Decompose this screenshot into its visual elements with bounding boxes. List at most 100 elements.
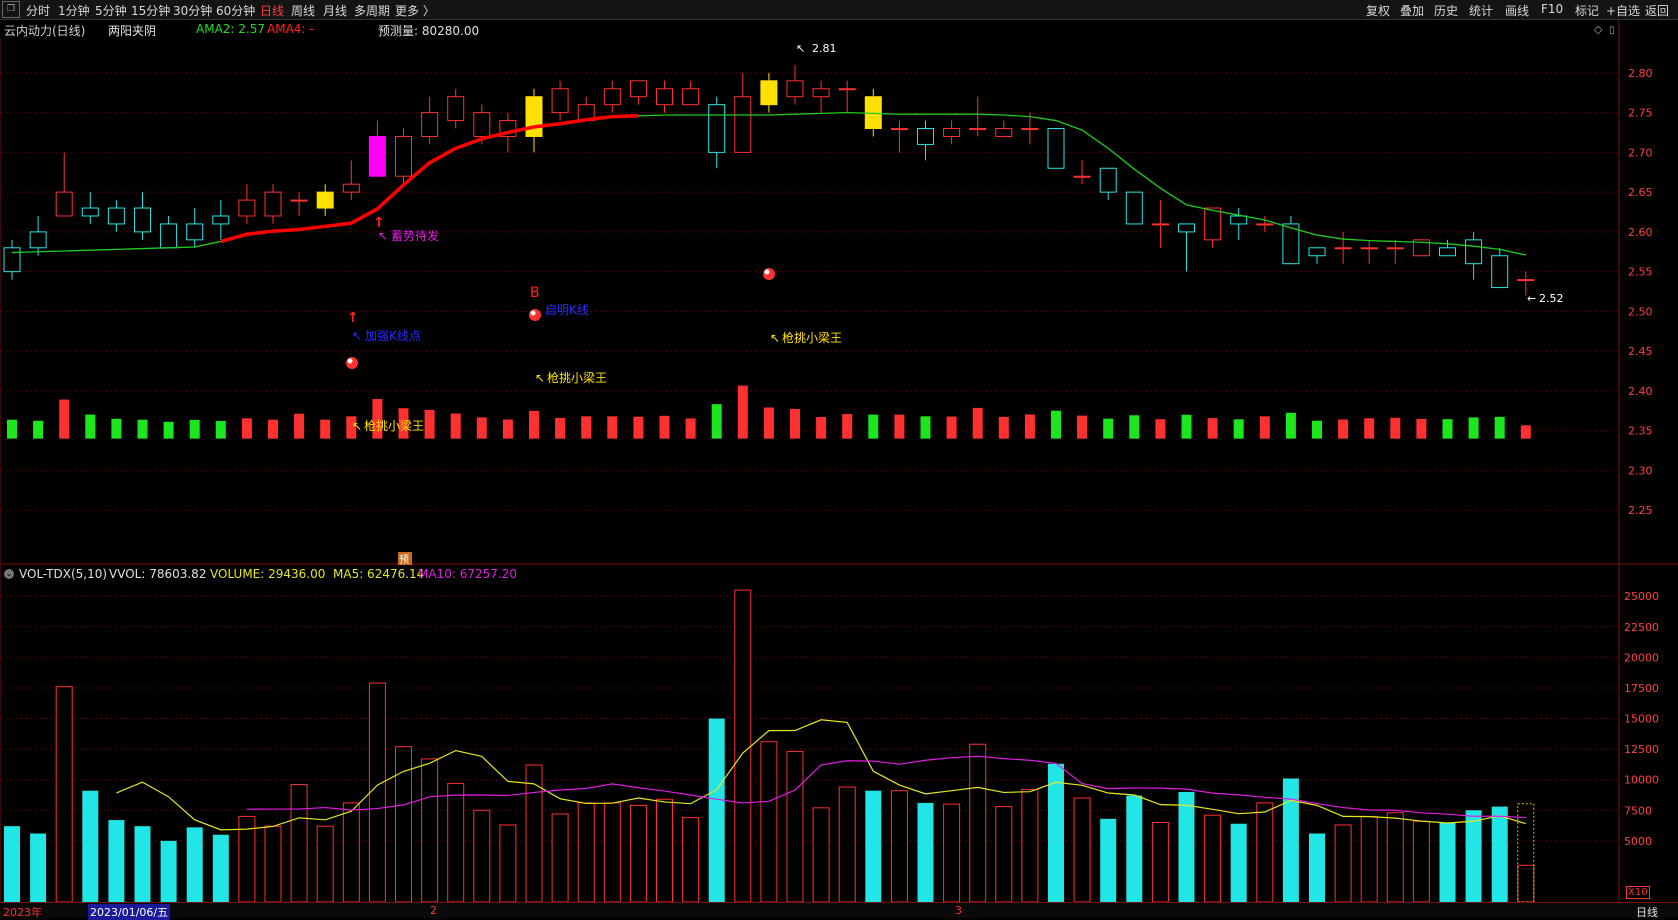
volume-bar <box>1386 812 1404 902</box>
overlay-volume-bar <box>502 419 513 439</box>
candle <box>212 200 230 240</box>
volume-bar <box>473 809 491 902</box>
volume-bar <box>1204 814 1222 902</box>
overlay-volume-bar <box>1103 418 1114 439</box>
volume-bar <box>1282 778 1299 902</box>
candle <box>1491 247 1509 289</box>
volume-bar <box>1178 791 1195 902</box>
overlay-volume-bar <box>1024 414 1035 439</box>
candle <box>734 72 752 153</box>
volume-bar <box>734 589 752 902</box>
volume-tick-label: 17500 <box>1624 682 1659 695</box>
candle <box>421 96 439 145</box>
volume-bar <box>786 751 804 902</box>
volume-bar <box>1256 802 1274 902</box>
volume-bar <box>108 820 125 902</box>
overlay-volume-bar <box>137 419 148 439</box>
overlay-volume-bar <box>241 418 252 439</box>
volume-tick-label: 12500 <box>1624 743 1659 756</box>
candle <box>107 200 125 232</box>
overlay-volume-bar <box>1468 417 1479 439</box>
candle <box>1178 223 1195 272</box>
overlay-volume-bar <box>998 416 1009 439</box>
candle <box>760 72 778 113</box>
candle <box>81 192 99 224</box>
volume-bar <box>264 825 282 902</box>
signal-marker-1-icon: ↖ <box>378 229 388 243</box>
volume-bar <box>603 802 621 902</box>
low-price-arrow-icon: ← <box>1527 292 1536 305</box>
volume-bar <box>1100 818 1117 902</box>
volume-bar <box>682 817 700 902</box>
candle <box>708 96 726 169</box>
volume-bar <box>447 782 465 902</box>
volume-bar <box>1517 864 1535 902</box>
volume-bar <box>1412 820 1430 902</box>
volume-bar <box>499 824 517 902</box>
volume-bar <box>1491 806 1508 902</box>
candle <box>1125 191 1143 225</box>
candle <box>890 120 908 153</box>
candle <box>838 80 856 113</box>
candle <box>238 184 256 224</box>
candle <box>1282 215 1300 265</box>
price-tick-label: 2.55 <box>1628 266 1653 279</box>
candle <box>682 80 700 106</box>
overlay-volume-bar <box>711 404 722 439</box>
candle <box>342 160 360 201</box>
overlay-volume-bar <box>1312 420 1322 439</box>
signal-marker-4-icon: ↖ <box>535 371 545 385</box>
candle <box>656 80 673 113</box>
signal-label-qiangtiao-2: 枪挑小梁王 <box>547 370 607 385</box>
candle <box>603 80 621 113</box>
overlay-volume-bar <box>555 417 566 439</box>
date-axis-bar: 2023年 2023/01/06/五 2 3 日线 <box>0 902 1678 920</box>
window-toggle-icon[interactable]: ▯ <box>1609 25 1615 36</box>
volume-bar <box>577 802 595 902</box>
price-tick-label: 2.75 <box>1628 107 1653 120</box>
overlay-volume-bar <box>1233 419 1244 439</box>
candle <box>55 152 73 217</box>
signal-marker-2-icon: ↖ <box>352 329 362 343</box>
overlay-volume-bar <box>529 410 539 439</box>
volume-bar <box>1230 823 1247 902</box>
candle <box>1099 167 1117 201</box>
volume-bar <box>82 790 99 902</box>
signal-label-qiangk: 加强K线点 <box>365 329 421 343</box>
candle <box>969 96 987 137</box>
volume-tick-label: 22500 <box>1624 621 1659 634</box>
volume-tick-label: 20000 <box>1624 651 1659 664</box>
overlay-volume-bar <box>1338 419 1349 439</box>
candle <box>3 239 21 280</box>
candle <box>629 80 647 105</box>
overlay-volume-bar <box>424 409 435 439</box>
volume-bar <box>55 686 73 902</box>
overlay-volume-bar <box>1520 425 1531 439</box>
volume-bar <box>1126 795 1143 902</box>
signal-label-qiangtiao-3: 枪挑小梁王 <box>364 418 424 433</box>
overlay-volume-bar <box>581 416 592 439</box>
diamond-icon[interactable]: ◇ <box>1594 23 1603 36</box>
overlay-volume-bar <box>85 414 96 439</box>
volume-bar <box>368 682 386 902</box>
candlesticks <box>3 64 1535 296</box>
signal-label-qiangtiao-1: 枪挑小梁王 <box>782 330 842 345</box>
overlay-volume-bar <box>1155 419 1166 439</box>
overlay-volume-bar <box>59 399 70 439</box>
scale-multiplier: X10 <box>1626 886 1650 899</box>
overlay-volume-bar <box>1442 419 1453 439</box>
volume-bar <box>629 804 647 902</box>
volume-bar <box>995 806 1013 902</box>
overlay-volume-bar <box>816 417 827 439</box>
overlay-volume-bar <box>790 408 800 439</box>
grid-lines <box>0 72 1619 842</box>
chart-canvas[interactable]: 2.25 2.30 2.35 2.40 2.45 2.50 2.55 2.60 2.65 2.70… <box>0 0 1678 902</box>
overlay-volume-bar <box>7 419 17 439</box>
overlay-volume-bar <box>1181 414 1192 439</box>
forecast-badge-label: 预 <box>399 554 409 566</box>
overlay-volume-bar <box>163 421 174 439</box>
volume-bar <box>1439 822 1456 902</box>
candle <box>786 64 804 105</box>
volume-bar <box>943 803 961 902</box>
overlay-volume-bar <box>868 414 879 439</box>
